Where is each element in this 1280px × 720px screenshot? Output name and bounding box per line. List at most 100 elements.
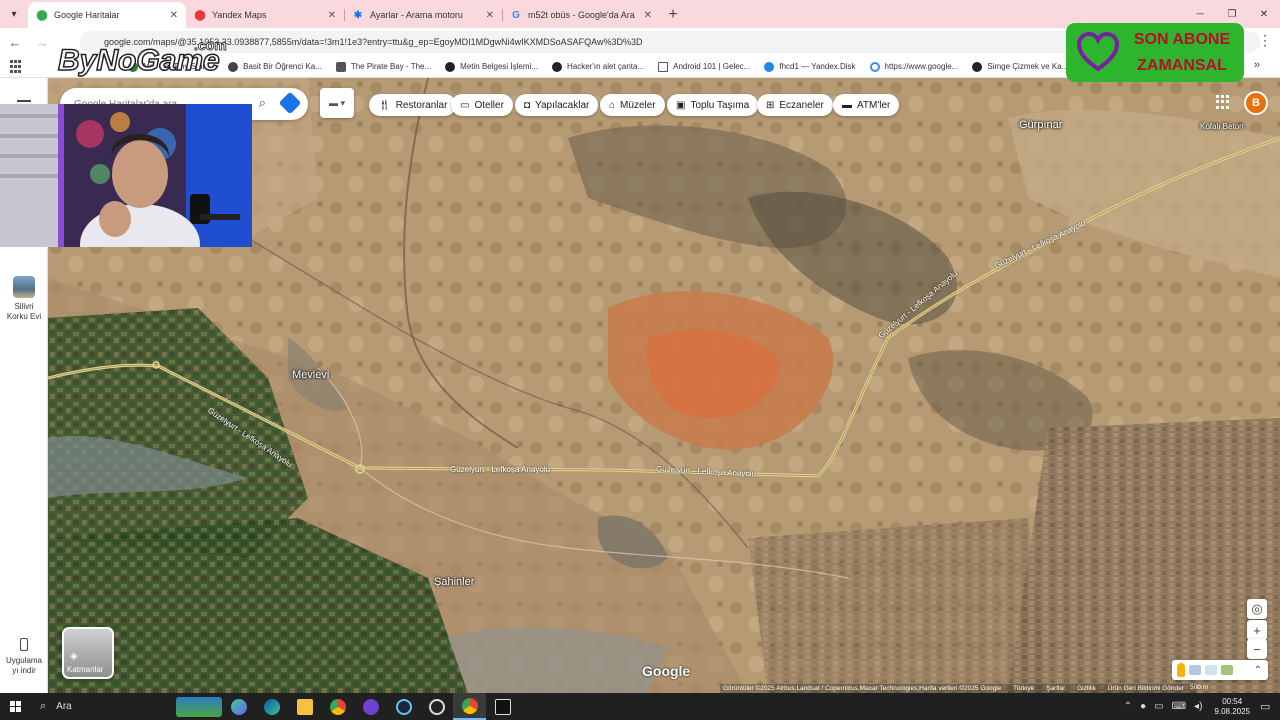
account-avatar[interactable]: B <box>1244 91 1268 115</box>
keyboard-icon[interactable]: ⌨ <box>1172 701 1186 712</box>
map-scale[interactable]: 500 m <box>1190 684 1208 691</box>
layers-button[interactable]: ◈ Katmanlar <box>62 627 114 679</box>
subscriber-promo-banner: SON ABONE ZAMANSAL <box>1066 23 1244 82</box>
network-icon[interactable]: ▭ <box>1154 701 1163 712</box>
bookmark-label: Simge Çizmek ve Ka... <box>987 62 1069 71</box>
doc-icon <box>658 61 669 72</box>
terms-link[interactable]: Şartlar <box>1046 685 1065 692</box>
tab-settings[interactable]: ✱ Ayarlar - Arama motoru ✕ <box>344 2 502 28</box>
chip-hotels[interactable]: ▭ Oteller <box>451 94 513 116</box>
bookmark-item[interactable]: Hacker'ın alet çanta... <box>551 61 644 72</box>
recent-place[interactable]: Silivri Korku Evi <box>4 276 44 322</box>
back-arrow-icon[interactable]: ← <box>3 30 27 54</box>
place-label-kofali[interactable]: Kofalı Beton <box>1200 122 1244 131</box>
bookmark-item[interactable]: fhcd1 — Yandex.Disk <box>764 61 856 72</box>
apps-grid-icon[interactable] <box>10 59 24 74</box>
taskbar-obs[interactable] <box>420 693 453 720</box>
chip-restaurants[interactable]: 🍴︎ Restoranlar <box>369 94 457 116</box>
zoom-out-button[interactable]: − <box>1247 639 1267 659</box>
bookmark-item[interactable]: Metin Belgesi İşlemi... <box>445 61 538 72</box>
chevron-down-icon: ▬ ▾ <box>328 97 346 108</box>
chrome-icon <box>329 698 346 715</box>
bookmark-item[interactable]: The Pirate Bay - The... <box>335 61 431 72</box>
place-label-sahinler[interactable]: Şahinler <box>434 576 474 588</box>
taskbar-search[interactable]: ⌕ Ara <box>32 693 222 720</box>
chip-label: Yapılacaklar <box>535 99 590 111</box>
privacy-link[interactable]: Gizlilik <box>1077 685 1096 692</box>
stream-logo-watermark: ByNoGame .com <box>56 34 231 80</box>
github-icon <box>551 61 562 72</box>
chip-things-to-do[interactable]: ◘ Yapılacaklar <box>515 94 599 116</box>
tab-google-search[interactable]: G m52t obüs - Google'da Ara ✕ <box>502 2 660 28</box>
google-g-icon: G <box>512 9 520 21</box>
tab-yandex-maps[interactable]: ⬤ Yandex Maps ✕ <box>186 2 344 28</box>
bus-icon: ▣ <box>676 99 686 111</box>
directions-icon[interactable] <box>278 91 302 115</box>
layers-label: Katmanlar <box>67 665 104 674</box>
chip-transit[interactable]: ▣ Toplu Taşıma <box>667 94 759 116</box>
bookmark-item[interactable]: Basit Bir Öğrenci Ka... <box>228 61 322 72</box>
taskbar-chrome[interactable] <box>321 693 354 720</box>
microphone-icon[interactable]: ● <box>1140 701 1146 712</box>
recent-place-label: Silivri Korku Evi <box>6 302 42 321</box>
logo-suffix: .com <box>194 37 227 53</box>
close-tab-icon[interactable]: ✕ <box>644 10 652 21</box>
app-download-link[interactable]: Uygulama yı indir <box>2 638 46 676</box>
clock-time: 00:54 <box>1222 696 1243 706</box>
taskbar-app[interactable] <box>354 693 387 720</box>
taskbar-file-explorer[interactable] <box>288 693 321 720</box>
bookmark-item[interactable]: Android 101 | Gelec... <box>658 61 750 72</box>
pegman-icon[interactable] <box>1177 663 1185 677</box>
webcam-feed <box>0 104 252 247</box>
close-tab-icon[interactable]: ✕ <box>170 10 178 21</box>
imagery-tile[interactable] <box>1189 665 1201 675</box>
tab-google-maps[interactable]: ⬤ Google Haritalar ✕ <box>28 2 186 28</box>
feedback-link[interactable]: Ürün Geri Bildirimi Gönder <box>1108 685 1184 692</box>
place-label-mevlevi[interactable]: Mevlevi <box>292 369 329 381</box>
forward-arrow-icon[interactable]: → <box>30 30 54 54</box>
obs-icon <box>428 698 445 715</box>
chip-label: Eczaneler <box>779 99 824 111</box>
chip-pharmacies[interactable]: ⊞ Eczaneler <box>757 94 833 116</box>
taskbar-edge[interactable] <box>255 693 288 720</box>
google-maps-pin-icon: ⬤ <box>36 9 48 21</box>
copilot-icon <box>230 698 247 715</box>
speaker-icon[interactable]: ◂) <box>1194 701 1202 712</box>
windows-start-button[interactable] <box>0 693 32 720</box>
notification-icon[interactable]: ▭ <box>1260 700 1280 713</box>
bookmark-item[interactable]: https://www.google... <box>869 61 958 72</box>
chip-label: Restoranlar <box>395 99 448 111</box>
close-window-icon[interactable]: ✕ <box>1248 0 1280 28</box>
expand-chevron-icon[interactable]: ⌃ <box>1254 665 1262 676</box>
more-bookmarks-icon[interactable]: » <box>1254 59 1260 71</box>
street-view-bar[interactable]: ⌃ <box>1172 660 1268 680</box>
search-icon[interactable]: ⌕ <box>259 95 266 111</box>
imagery-tile[interactable] <box>1221 665 1233 675</box>
clock-date: 9.08.2025 <box>1214 706 1250 716</box>
bookmark-item[interactable]: Simge Çizmek ve Ka... <box>972 61 1069 72</box>
google-logo: Google <box>642 663 691 679</box>
tab-search-chevron-icon[interactable]: ▾ <box>0 0 28 28</box>
chip-museums[interactable]: ⌂ Müzeler <box>600 94 665 116</box>
taskbar-search-label: Ara <box>56 701 72 712</box>
map-type-toggle[interactable]: ▬ ▾ <box>320 88 354 118</box>
chip-atms[interactable]: ▬ ATM'ler <box>833 94 900 116</box>
map-attribution: Görüntüler ©2025 Airbus,Landsat / Copern… <box>720 684 1197 693</box>
taskbar-clock[interactable]: 00:54 9.08.2025 <box>1214 697 1250 717</box>
taskbar-copilot[interactable] <box>222 693 255 720</box>
show-hidden-icons-icon[interactable]: ⌃ <box>1124 701 1132 712</box>
close-tab-icon[interactable]: ✕ <box>328 10 336 21</box>
zoom-in-button[interactable]: + <box>1247 620 1267 640</box>
place-label-gurpinar[interactable]: Gürpınar <box>1019 119 1062 131</box>
fork-knife-icon: 🍴︎ <box>378 99 391 111</box>
new-tab-button[interactable]: + <box>660 2 686 28</box>
imagery-tile[interactable] <box>1205 665 1217 675</box>
google-apps-icon[interactable] <box>1216 95 1230 109</box>
region-link[interactable]: Türkiye <box>1013 685 1034 692</box>
taskbar-epic-games[interactable] <box>486 693 519 720</box>
browser-menu-icon[interactable]: ⋮ <box>1258 32 1272 49</box>
my-location-icon[interactable]: ◎ <box>1247 599 1267 619</box>
taskbar-steam[interactable] <box>387 693 420 720</box>
close-tab-icon[interactable]: ✕ <box>486 10 494 21</box>
taskbar-chrome-active[interactable] <box>453 693 486 720</box>
